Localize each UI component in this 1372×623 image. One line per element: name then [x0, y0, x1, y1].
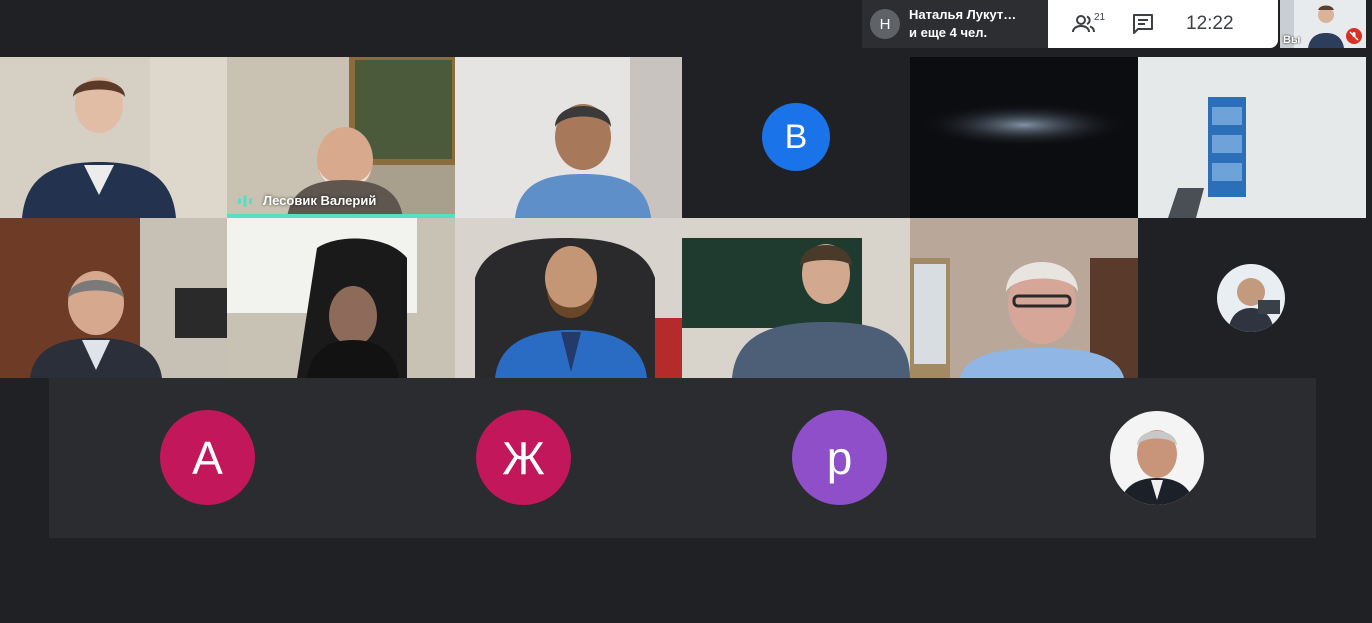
participant-video	[1138, 57, 1366, 218]
audio-level-icon	[237, 194, 253, 208]
participant-video	[682, 218, 910, 378]
speaker-name: Лесовик Валерий	[263, 193, 377, 208]
people-icon	[1072, 15, 1095, 33]
participant-avatar[interactable]: А	[160, 410, 255, 505]
participant-tile-3[interactable]	[455, 57, 682, 218]
presenter-avatar: Н	[870, 9, 900, 39]
participant-video	[0, 218, 227, 378]
presenter-others: и еще 4 чел.	[909, 25, 988, 40]
presenter-name: Наталья Лукут…	[909, 7, 1017, 22]
self-view-tile[interactable]: Вы	[1280, 0, 1366, 48]
chat-button[interactable]	[1132, 10, 1160, 38]
participants-button[interactable]: 21	[1072, 9, 1106, 39]
meeting-controls: 21 12:22	[1048, 0, 1278, 48]
participant-photo-avatar	[1217, 264, 1285, 332]
participant-tile-8[interactable]	[227, 218, 455, 378]
presenter-names: Наталья Лукут… и еще 4 чел.	[909, 6, 1016, 42]
participant-avatar[interactable]: р	[792, 410, 887, 505]
participant-avatar: В	[762, 103, 830, 171]
participant-tile-9[interactable]	[455, 218, 682, 378]
participant-video	[455, 218, 682, 378]
participant-tile-7[interactable]	[0, 218, 227, 378]
participant-tile-6[interactable]	[1138, 57, 1366, 218]
participant-tile-5[interactable]	[910, 57, 1138, 218]
participant-tile-1[interactable]	[0, 57, 227, 218]
participant-video	[910, 57, 1138, 218]
clock: 12:22	[1186, 13, 1234, 34]
participants-count: 21	[1094, 12, 1106, 23]
participant-tile-12[interactable]	[1138, 218, 1366, 378]
participant-avatar[interactable]: Ж	[476, 410, 571, 505]
participant-tile-speaker[interactable]: Лесовик Валерий	[227, 57, 455, 218]
participant-tile-11[interactable]	[910, 218, 1138, 378]
self-label: Вы	[1283, 34, 1301, 46]
participant-video	[0, 57, 227, 218]
participant-video	[910, 218, 1138, 378]
overflow-participants: А Ж р	[49, 378, 1316, 538]
mic-off-icon	[1346, 28, 1362, 44]
participant-photo-avatar[interactable]	[1109, 410, 1205, 506]
participant-video	[455, 57, 682, 218]
speaker-label: Лесовик Валерий	[237, 193, 376, 208]
chat-icon	[1133, 14, 1153, 34]
participant-tile-v[interactable]: В	[682, 57, 910, 218]
participant-video	[227, 218, 455, 378]
presentation-chip[interactable]: Н Наталья Лукут… и еще 4 чел.	[862, 0, 1048, 48]
participant-tile-10[interactable]	[682, 218, 910, 378]
